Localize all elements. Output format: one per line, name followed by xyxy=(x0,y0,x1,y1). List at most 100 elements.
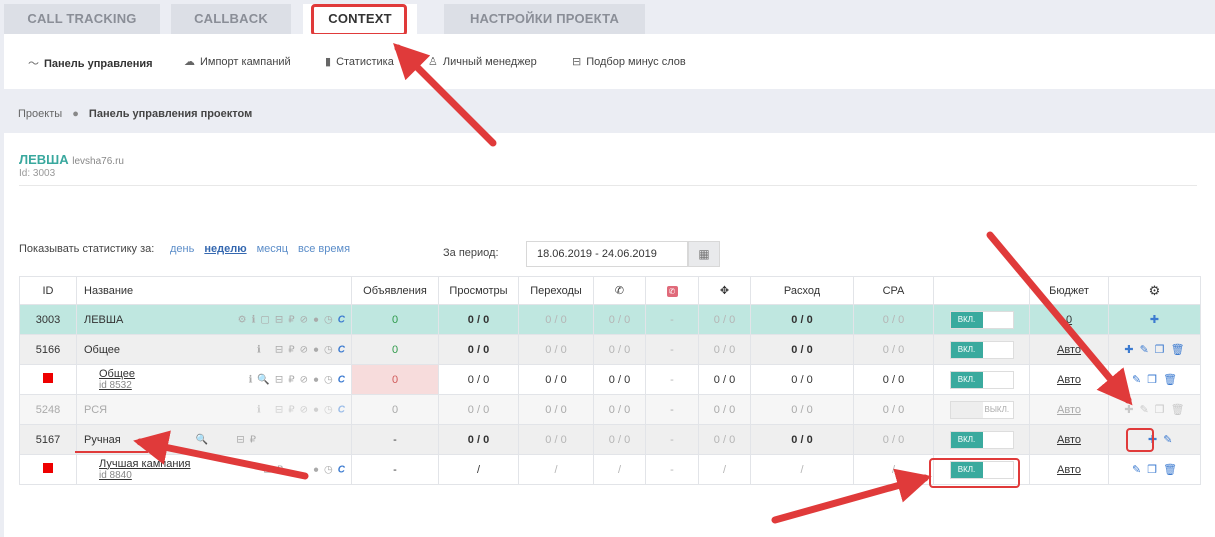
breadcrumb-projects[interactable]: Проекты xyxy=(18,108,62,120)
clock-icon[interactable]: ◷ xyxy=(324,464,333,475)
clock-icon[interactable]: ◷ xyxy=(324,344,333,355)
copy-icon[interactable]: ❐ xyxy=(1155,404,1165,416)
globe-icon[interactable]: ● xyxy=(313,314,319,325)
table-row: Общее id 8532 ℹ 🔍 ⊟ ₽ ⊘ ● ◷ C 0 0 / 0 0 / 0 0 / … xyxy=(19,364,1201,395)
calendar-button[interactable]: ▦ xyxy=(688,241,720,267)
status-toggle[interactable]: ВКЛ. xyxy=(949,310,1014,329)
ban-icon[interactable]: ⊘ xyxy=(300,374,308,385)
period-selector: день неделю месяц все время xyxy=(170,243,360,255)
budget-link[interactable]: Авто xyxy=(1057,434,1081,446)
ruble-icon[interactable]: ₽ xyxy=(288,404,294,415)
campaign-name[interactable]: Общее xyxy=(84,344,120,356)
globe-icon[interactable]: ● xyxy=(313,404,319,415)
budget-link[interactable]: Авто xyxy=(1057,404,1081,416)
pencil-icon[interactable]: ✎ xyxy=(1132,374,1141,386)
copy-icon[interactable]: ❐ xyxy=(1147,464,1157,476)
ruble-icon[interactable]: ₽ xyxy=(288,314,294,325)
minus-square-icon[interactable]: ⊟ xyxy=(275,374,283,385)
c-icon[interactable]: C xyxy=(338,404,345,415)
globe-icon[interactable]: ● xyxy=(313,374,319,385)
header-missed: ✆ xyxy=(645,276,699,305)
table-row: 5166 Общее ℹ ⊟ ₽ ⊘ ● ◷ C 0 0 / 0 0 / 0 0 / 0 -… xyxy=(19,334,1201,365)
info-icon[interactable]: ℹ xyxy=(257,404,261,415)
copy-icon[interactable]: ❐ xyxy=(1147,374,1157,386)
ban-icon[interactable]: ⊘ xyxy=(300,314,308,325)
period-week[interactable]: неделю xyxy=(204,243,246,255)
clock-icon[interactable]: ◷ xyxy=(324,314,333,325)
gears-icon[interactable]: ⚙ xyxy=(238,314,247,325)
divider xyxy=(19,185,1197,186)
campaign-name[interactable]: Ручная xyxy=(84,434,121,446)
breadcrumb-current: Панель управления проектом xyxy=(88,108,253,120)
tab-project-settings[interactable]: НАСТРОЙКИ ПРОЕКТА xyxy=(444,4,645,34)
date-range-input[interactable]: 18.06.2019 - 24.06.2019 xyxy=(526,241,688,267)
ruble-icon[interactable]: ₽ xyxy=(288,374,294,385)
tab-callback[interactable]: CALLBACK xyxy=(171,4,291,34)
info-icon[interactable]: ℹ xyxy=(257,344,261,355)
budget-link[interactable]: Авто xyxy=(1057,464,1081,476)
plus-icon[interactable]: ✚ xyxy=(1150,314,1159,326)
ban-icon[interactable]: ⊘ xyxy=(300,344,308,355)
info-icon[interactable]: ℹ xyxy=(252,314,256,325)
info-icon[interactable]: ℹ xyxy=(249,374,253,385)
pencil-icon[interactable]: ✎ xyxy=(1140,404,1149,416)
budget-link[interactable]: 0 xyxy=(1066,314,1072,326)
c-icon[interactable]: C xyxy=(338,464,345,475)
trash-icon[interactable]: 🗑 xyxy=(1163,464,1177,476)
period-all-time[interactable]: все время xyxy=(298,243,350,255)
period-day[interactable]: день xyxy=(170,243,194,255)
tab-call-tracking[interactable]: CALL TRACKING xyxy=(4,4,160,34)
minus-square-icon[interactable]: ⊟ xyxy=(263,464,271,475)
pencil-icon[interactable]: ✎ xyxy=(1132,464,1141,476)
subnav-statistics[interactable]: ▮ Статистика xyxy=(325,55,394,68)
highlight-box-toggle xyxy=(929,458,1020,488)
row-icons: ℹ ⊟ ₽ ⊘ ● ◷ C xyxy=(252,344,345,355)
ruble-icon[interactable]: ₽ xyxy=(250,434,256,445)
header-name: Название xyxy=(76,276,352,305)
campaign-name[interactable]: Лучшая кампания id 8840 xyxy=(99,458,191,482)
budget-link[interactable]: Авто xyxy=(1057,374,1081,386)
ban-icon[interactable]: ⊘ xyxy=(300,404,308,415)
pencil-icon[interactable]: ✎ xyxy=(1163,434,1172,446)
campaign-name[interactable]: РСЯ xyxy=(84,404,107,416)
period-month[interactable]: месяц xyxy=(257,243,288,255)
subnav-import[interactable]: ☁ Импорт кампаний xyxy=(184,55,291,68)
search-icon[interactable]: 🔍 xyxy=(196,434,208,445)
status-toggle[interactable]: ВЫКЛ. xyxy=(949,400,1014,419)
plus-icon[interactable]: ✚ xyxy=(1124,404,1133,416)
trash-icon[interactable]: 🗑 xyxy=(1171,344,1185,356)
file-icon[interactable]: ▢ xyxy=(260,314,269,325)
minus-square-icon[interactable]: ⊟ xyxy=(275,404,283,415)
subnav-manager[interactable]: ♙ Личный менеджер xyxy=(428,55,537,68)
breadcrumb-separator: ● xyxy=(72,108,79,120)
clock-icon[interactable]: ◷ xyxy=(324,404,333,415)
copy-icon[interactable]: ❐ xyxy=(1155,344,1165,356)
trash-icon[interactable]: 🗑 xyxy=(1171,404,1185,416)
ruble-icon[interactable]: ₽ xyxy=(277,464,283,475)
pencil-icon[interactable]: ✎ xyxy=(1140,344,1149,356)
clock-icon[interactable]: ◷ xyxy=(324,374,333,385)
trash-icon[interactable]: 🗑 xyxy=(1163,374,1177,386)
status-toggle[interactable]: ВКЛ. xyxy=(949,430,1014,449)
c-icon[interactable]: C xyxy=(338,344,345,355)
header-ads: Объявления xyxy=(351,276,439,305)
minus-square-icon[interactable]: ⊟ xyxy=(275,314,283,325)
minus-square-icon[interactable]: ⊟ xyxy=(236,434,244,445)
minus-square-icon[interactable]: ⊟ xyxy=(275,344,283,355)
plus-icon[interactable]: ✚ xyxy=(1124,344,1133,356)
c-icon[interactable]: C xyxy=(338,314,345,325)
status-toggle[interactable]: ВКЛ. xyxy=(949,340,1014,359)
subnav-minus-words[interactable]: ⊟ Подбор минус слов xyxy=(572,55,686,68)
search-icon[interactable]: 🔍 xyxy=(257,374,269,385)
campaign-name[interactable]: ЛЕВША xyxy=(84,314,123,326)
campaign-name[interactable]: Общее id 8532 xyxy=(99,368,135,392)
subnav-dashboard[interactable]: 〜 Панель управления xyxy=(28,55,153,71)
globe-icon[interactable]: ● xyxy=(313,344,319,355)
ruble-icon[interactable]: ₽ xyxy=(288,344,294,355)
status-toggle[interactable]: ВКЛ. xyxy=(949,370,1014,389)
c-icon[interactable]: C xyxy=(338,374,345,385)
header-settings[interactable]: ⚙ xyxy=(1108,276,1201,305)
globe-icon[interactable]: ● xyxy=(313,464,319,475)
header-calls: ✆ xyxy=(593,276,646,305)
budget-link[interactable]: Авто xyxy=(1057,344,1081,356)
